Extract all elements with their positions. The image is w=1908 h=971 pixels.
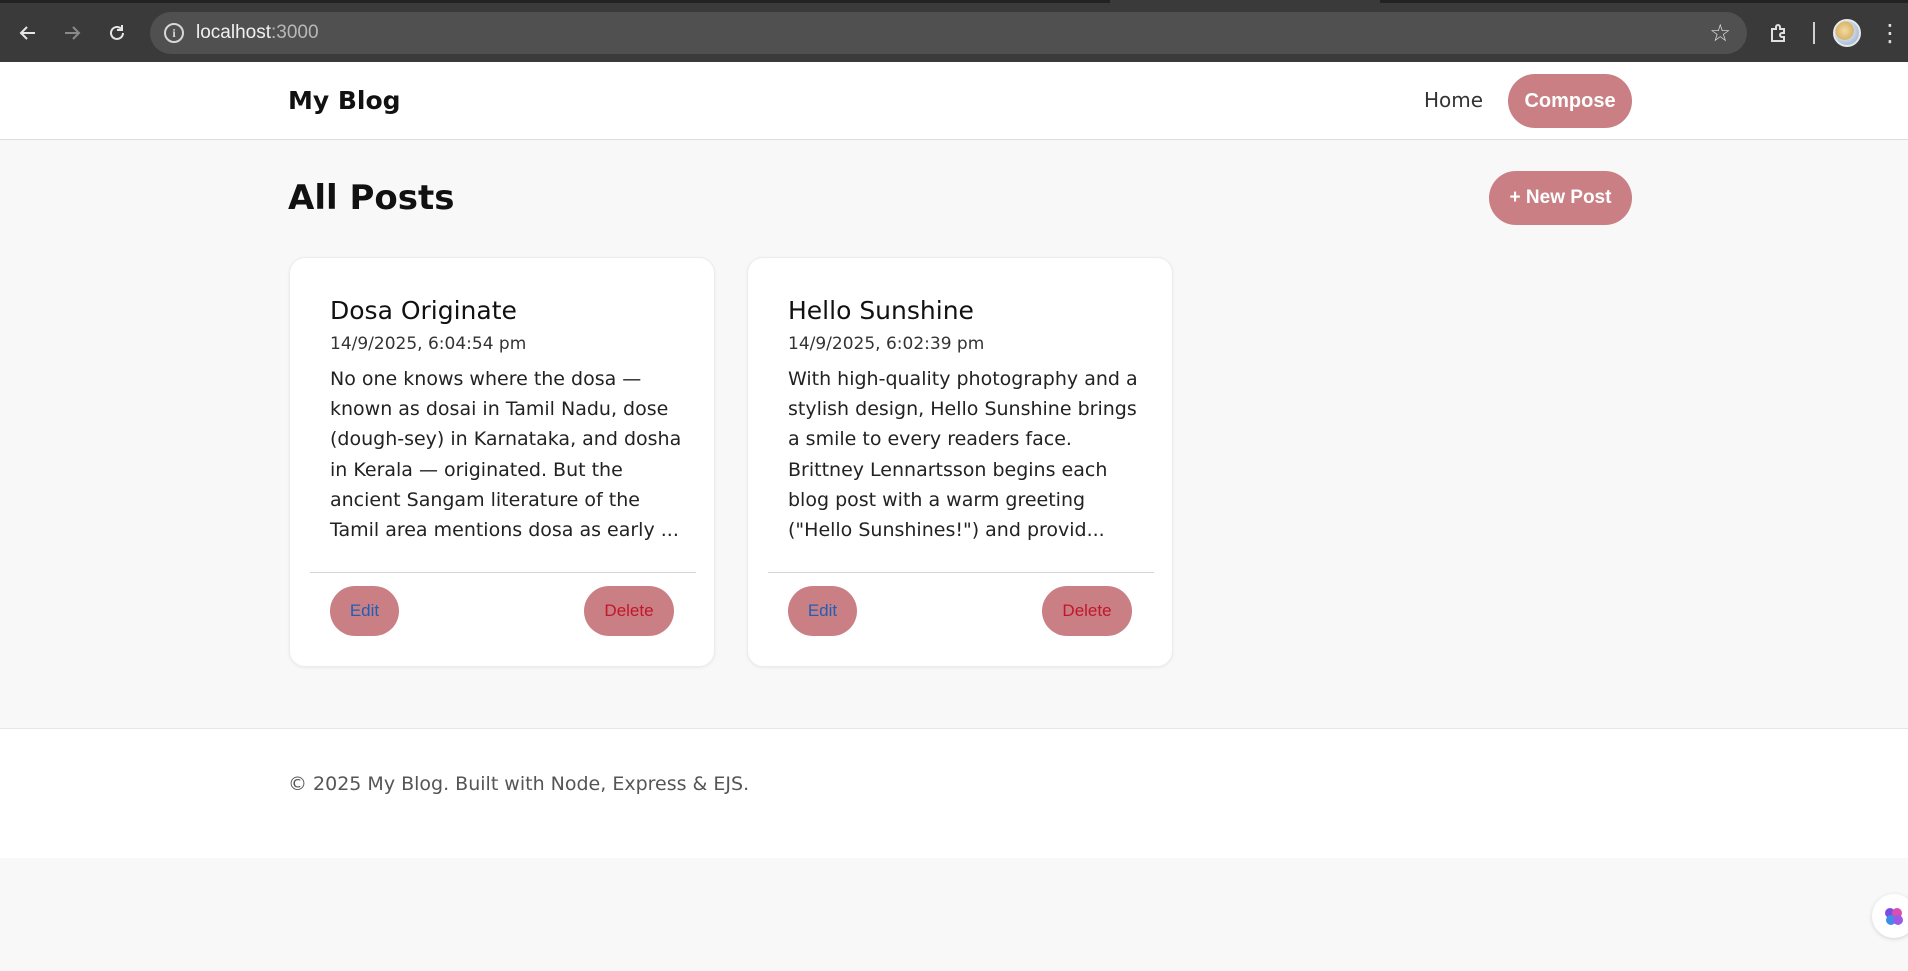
- post-date: 14/9/2025, 6:04:54 pm: [330, 334, 527, 354]
- reload-icon[interactable]: [101, 17, 133, 49]
- post-card: Dosa Originate 14/9/2025, 6:04:54 pm No …: [289, 257, 715, 667]
- delete-button[interactable]: Delete: [584, 586, 674, 636]
- browser-toolbar: i localhost:3000 ☆ ⋮: [0, 0, 1908, 62]
- url-host: localhost: [196, 22, 271, 43]
- post-card: Hello Sunshine 14/9/2025, 6:02:39 pm Wit…: [747, 257, 1173, 667]
- toolbar-divider: [1813, 22, 1815, 44]
- url-text[interactable]: localhost:3000: [196, 22, 319, 44]
- new-post-button[interactable]: + New Post: [1489, 171, 1632, 225]
- nav-home-link[interactable]: Home: [1424, 88, 1483, 112]
- edit-button[interactable]: Edit: [788, 586, 857, 636]
- brain-icon[interactable]: [1872, 894, 1908, 938]
- profile-avatar[interactable]: [1833, 19, 1861, 47]
- card-divider: [310, 572, 696, 573]
- edit-button[interactable]: Edit: [330, 586, 399, 636]
- post-title: Hello Sunshine: [788, 296, 974, 325]
- info-icon[interactable]: i: [164, 23, 184, 43]
- card-divider: [768, 572, 1154, 573]
- delete-button[interactable]: Delete: [1042, 586, 1132, 636]
- page-title: All Posts: [288, 178, 455, 218]
- back-arrow-icon[interactable]: [12, 17, 44, 49]
- tab-strip-edge: [0, 0, 1908, 3]
- post-title: Dosa Originate: [330, 296, 517, 325]
- forward-arrow-icon[interactable]: [56, 17, 88, 49]
- post-excerpt: With high-quality photography and a styl…: [788, 368, 1138, 542]
- compose-button[interactable]: Compose: [1508, 74, 1632, 128]
- star-icon[interactable]: ☆: [1709, 19, 1731, 47]
- puzzle-icon[interactable]: [1764, 18, 1794, 48]
- footer-copyright: © 2025 My Blog. Built with Node, Express…: [288, 773, 750, 795]
- site-header: My Blog Home Compose: [0, 62, 1908, 140]
- brand-logo-text[interactable]: My Blog: [288, 86, 401, 115]
- post-date: 14/9/2025, 6:02:39 pm: [788, 334, 985, 354]
- post-excerpt: No one knows where the dosa — known as d…: [330, 368, 682, 542]
- url-port: :3000: [271, 22, 319, 43]
- site-footer: © 2025 My Blog. Built with Node, Express…: [0, 728, 1908, 858]
- more-vert-icon[interactable]: ⋮: [1878, 18, 1902, 48]
- address-bar[interactable]: i localhost:3000 ☆: [150, 12, 1747, 54]
